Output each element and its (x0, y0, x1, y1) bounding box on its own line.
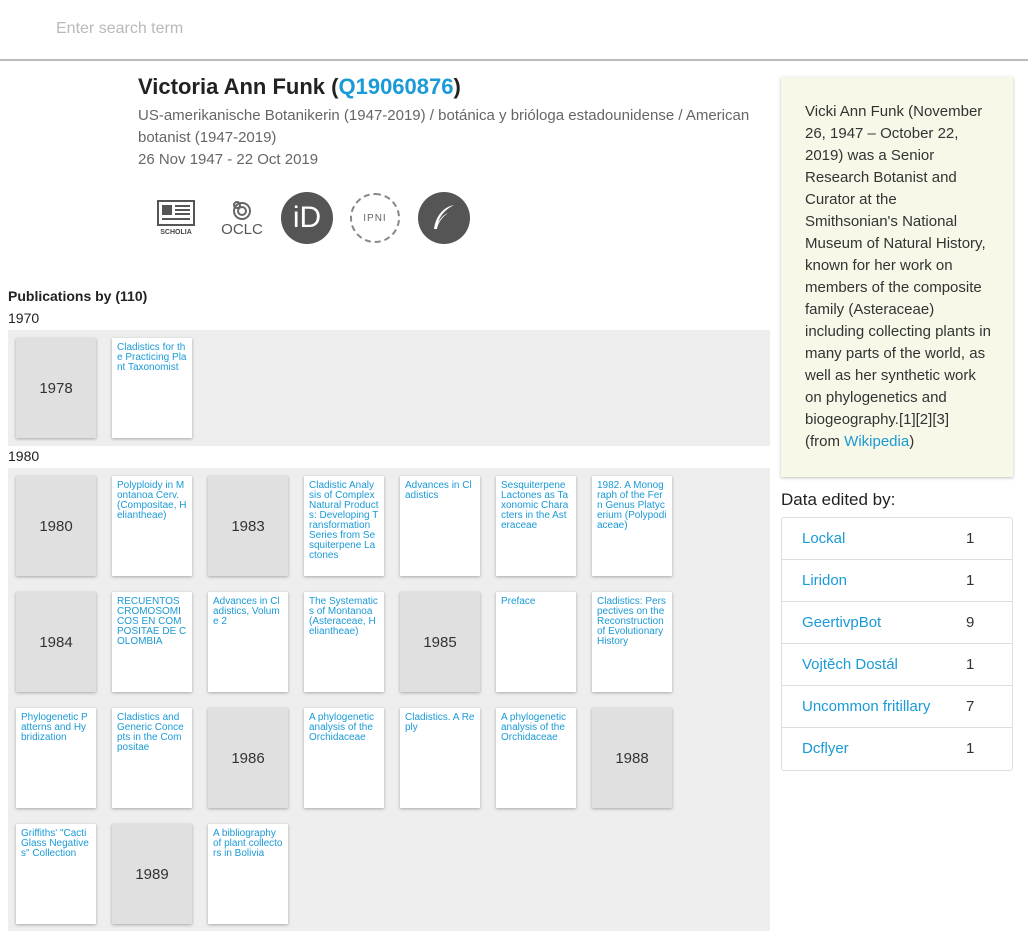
publication-card: Cladistics. A Reply (400, 708, 480, 808)
scholia-icon[interactable]: SCHOLIA (148, 190, 204, 246)
editor-count: 1 (966, 740, 975, 757)
publication-card: A phylogenetic analysis of the Orchidace… (496, 708, 576, 808)
editor-row: Lockal 1 (782, 518, 1012, 560)
editor-name[interactable]: Uncommon fritillary (802, 698, 930, 715)
editor-count: 7 (966, 698, 975, 715)
publication-link[interactable]: 1982. A Monograph of the Fern Genus Plat… (597, 480, 666, 531)
publication-link[interactable]: Cladistic Analysis of Complex Natural Pr… (309, 480, 378, 561)
editors-heading: Data edited by: (781, 490, 896, 509)
publication-link[interactable]: Cladistics. A Reply (405, 712, 474, 733)
publication-card: Advances in Cladistics, Volume 2 (208, 592, 288, 692)
year-card: 1986 (208, 708, 288, 808)
scholia-label: SCHOLIA (160, 229, 192, 236)
publication-link[interactable]: A phylogenetic analysis of the Orchidace… (501, 712, 566, 743)
publication-link[interactable]: Advances in Cladistics (405, 480, 472, 501)
year-card: 1988 (592, 708, 672, 808)
publication-card: A bibliography of plant collectors in Bo… (208, 824, 288, 924)
publication-link[interactable]: Preface (501, 596, 535, 607)
publication-link[interactable]: Griffiths' "Cacti Glass Negatives" Colle… (21, 828, 89, 859)
qid-link[interactable]: Q19060876 (338, 74, 453, 99)
person-name: Victoria Ann Funk (138, 74, 326, 99)
decade-label: 1970 (8, 310, 40, 326)
wikipedia-quill-icon[interactable] (418, 192, 470, 244)
publication-card: Polyploidy in Montanoa Cerv. (Compositae… (112, 476, 192, 576)
decade-label: 1980 (8, 448, 40, 464)
ipni-icon[interactable]: IPNI (350, 193, 400, 243)
editor-name[interactable]: Dcflyer (802, 740, 849, 757)
editor-count: 1 (966, 572, 975, 589)
year-card: 1983 (208, 476, 288, 576)
editor-name[interactable]: Liridon (802, 572, 847, 589)
editor-name[interactable]: Vojtěch Dostál (802, 656, 898, 673)
quill-graphic (434, 205, 454, 229)
scholia-newspaper-graphic (157, 200, 195, 226)
publication-card: RECUENTOS CROMOSOMICOS EN COMPOSITAE DE … (112, 592, 192, 692)
year-card: 1985 (400, 592, 480, 692)
publication-card: 1982. A Monograph of the Fern Genus Plat… (592, 476, 672, 576)
decade-block: 1980 Polyploidy in Montanoa Cerv. (Compos… (8, 468, 770, 931)
editor-count: 1 (966, 656, 975, 673)
publication-card: Sesquiterpene Lactones as Taxonomic Char… (496, 476, 576, 576)
publication-card: Cladistics for the Practicing Plant Taxo… (112, 338, 192, 438)
publication-card: Cladistics and Generic Concepts in the C… (112, 708, 192, 808)
page-title: Victoria Ann Funk (Q19060876) (138, 74, 461, 99)
from-prefix: (from (805, 433, 845, 450)
editor-name[interactable]: Lockal (802, 530, 845, 547)
publication-card: Advances in Cladistics (400, 476, 480, 576)
from-suffix: ) (909, 433, 915, 450)
publication-card: Phylogenetic Patterns and Hybridization (16, 708, 96, 808)
year-card: 1980 (16, 476, 96, 576)
publication-link[interactable]: A phylogenetic analysis of the Orchidace… (309, 712, 374, 743)
wikipedia-summary: Vicki Ann Funk (November 26, 1947 – Octo… (781, 77, 1013, 477)
editor-count: 1 (966, 530, 975, 547)
person-description: US-amerikanische Botanikerin (1947-2019)… (138, 107, 750, 146)
oclc-label: OCLC (221, 220, 263, 238)
publication-card: Cladistic Analysis of Complex Natural Pr… (304, 476, 384, 576)
publication-card: Griffiths' "Cacti Glass Negatives" Colle… (16, 824, 96, 924)
orcid-icon[interactable]: iD (281, 192, 333, 244)
publication-link[interactable]: The Systematics of Montanoa (Asteraceae,… (309, 596, 378, 637)
wikipedia-link[interactable]: Wikipedia (844, 433, 909, 450)
person-header: Victoria Ann Funk (Q19060876) US-amerika… (138, 72, 768, 171)
publication-link[interactable]: Cladistics for the Practicing Plant Taxo… (117, 342, 186, 373)
person-dates: 26 Nov 1947 - 22 Oct 2019 (138, 151, 319, 168)
editor-row: Dcflyer 1 (782, 728, 1012, 770)
editor-row: GeertivpBot 9 (782, 602, 1012, 644)
search-input[interactable] (44, 12, 644, 46)
publication-card: The Systematics of Montanoa (Asteraceae,… (304, 592, 384, 692)
editor-row: Uncommon fritillary 7 (782, 686, 1012, 728)
editor-name[interactable]: GeertivpBot (802, 614, 881, 631)
publication-link[interactable]: Advances in Cladistics, Volume 2 (213, 596, 280, 627)
editor-row: Vojtěch Dostál 1 (782, 644, 1012, 686)
publication-link[interactable]: Sesquiterpene Lactones as Taxonomic Char… (501, 480, 568, 531)
publication-link[interactable]: Polyploidy in Montanoa Cerv. (Compositae… (117, 480, 186, 521)
year-card: 1984 (16, 592, 96, 692)
decade-block: 1978 Cladistics for the Practicing Plant … (8, 330, 770, 446)
wikipedia-summary-text: Vicki Ann Funk (November 26, 1947 – Octo… (805, 103, 991, 428)
publication-link[interactable]: RECUENTOS CROMOSOMICOS EN COMPOSITAE DE … (117, 596, 186, 647)
publication-link[interactable]: A bibliography of plant collectors in Bo… (213, 828, 283, 859)
publication-card: Preface (496, 592, 576, 692)
editor-row: Liridon 1 (782, 560, 1012, 602)
publication-card: A phylogenetic analysis of the Orchidace… (304, 708, 384, 808)
search-bar (0, 0, 1028, 61)
editor-count: 9 (966, 614, 975, 631)
year-card: 1978 (16, 338, 96, 438)
publication-link[interactable]: Cladistics and Generic Concepts in the C… (117, 712, 184, 753)
publication-link[interactable]: Phylogenetic Patterns and Hybridization (21, 712, 88, 743)
oclc-icon[interactable]: OCLC (214, 190, 270, 246)
publication-card: Cladistics: Perspectives on the Reconstr… (592, 592, 672, 692)
publication-link[interactable]: Cladistics: Perspectives on the Reconstr… (597, 596, 666, 647)
oclc-swirl-graphic (233, 200, 251, 220)
editors-list: Lockal 1 Liridon 1 GeertivpBot 9 Vojtěch… (781, 517, 1013, 771)
publications-heading: Publications by (110) (8, 288, 148, 304)
year-card: 1989 (112, 824, 192, 924)
